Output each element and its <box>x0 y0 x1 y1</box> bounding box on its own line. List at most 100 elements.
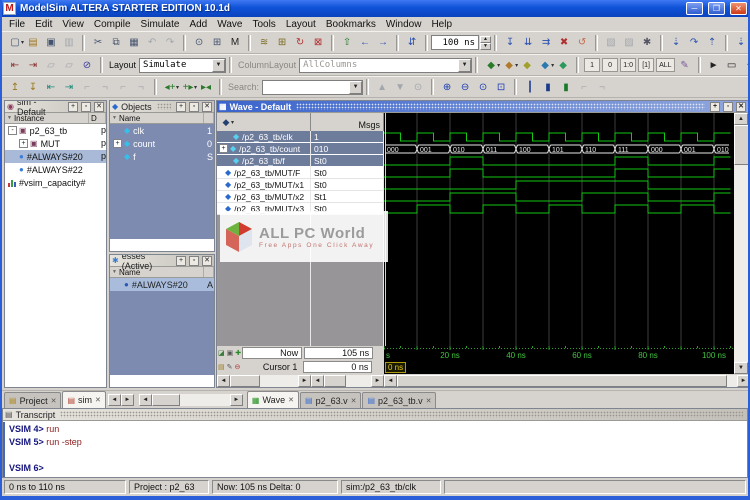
step-over-icon[interactable]: ↷ <box>685 34 703 51</box>
tab-p2-63-tb-v[interactable]: ▤ p2_63_tb.v ✕ <box>362 392 437 408</box>
objects-panel-drag-handle[interactable] <box>156 103 171 110</box>
objects-column-name[interactable]: ▼ Name <box>110 113 204 123</box>
compile-all-icon[interactable]: ⊞ <box>273 34 291 51</box>
object-item-clk[interactable]: ◆ clk 1 <box>110 124 214 137</box>
zoom-mode-icon[interactable]: ▭ <box>723 57 741 74</box>
object-item-count[interactable]: + ◆ count 0 <box>110 137 214 150</box>
tab-sim[interactable]: ▤ sim ✕ <box>62 391 106 408</box>
prev-transition-icon[interactable]: ⇤ <box>42 79 60 96</box>
chevron-down-icon[interactable]: ▼ <box>458 58 472 72</box>
radix-default-icon[interactable]: ALL <box>656 58 675 72</box>
copy-icon[interactable]: ⧉ <box>107 34 125 51</box>
wave-hscrollbar[interactable]: ◄ ► <box>384 374 748 387</box>
menu-view[interactable]: View <box>57 19 89 30</box>
wave-panel-popout-button[interactable]: + <box>710 101 720 112</box>
pan-mode-icon[interactable]: + <box>741 57 748 74</box>
wave-vscrollbar[interactable]: ▲ ▼ <box>734 113 748 374</box>
scroll-down-icon[interactable]: ▼ <box>734 362 748 374</box>
zoom-full-icon[interactable]: ⊙ <box>474 79 492 96</box>
search-input[interactable]: ▼ <box>262 79 364 95</box>
minimize-button[interactable]: ─ <box>686 2 703 15</box>
process-item--always-20[interactable]: ● #ALWAYS#20 A <box>110 278 214 291</box>
sim-tree-item-p2-63-tb[interactable]: - ▣ p2_63_tb p <box>5 124 106 137</box>
pointer-cancel-icon[interactable]: ⊘ <box>78 57 96 74</box>
add-selected-to-window-icon[interactable]: ◆ <box>554 57 572 74</box>
menu-layout[interactable]: Layout <box>281 19 321 30</box>
maximize-button[interactable]: ❐ <box>708 2 725 15</box>
tabs-scroll-left-icon[interactable]: ◄ <box>107 393 121 406</box>
object-item-f[interactable]: ◆ f S <box>110 150 214 163</box>
chevron-down-icon[interactable]: ▼ <box>349 80 363 94</box>
wave-signal-count[interactable]: + ◆/p2_63_tb/count <box>217 143 310 155</box>
sim-panel-popout-button[interactable]: + <box>68 101 78 112</box>
scroll-right-icon[interactable]: ► <box>229 394 243 406</box>
close-icon[interactable]: ✕ <box>288 396 294 404</box>
expand-icon[interactable]: + <box>219 144 228 153</box>
names-hscrollbar[interactable]: ◄ ► <box>217 374 311 387</box>
wave-signal-clk[interactable]: ◆/p2_63_tb/clk <box>217 131 310 143</box>
add-cursor-icon[interactable]: ✚ <box>235 349 241 357</box>
layout-combo[interactable]: Simulate ▼ <box>139 57 227 73</box>
compile-icon[interactable]: ≋ <box>255 34 273 51</box>
columnlayout-combo[interactable]: AllColumns ▼ <box>299 57 473 73</box>
sim-tree-item--always-20[interactable]: ● #ALWAYS#20 p <box>5 150 106 163</box>
middle-hscrollbar[interactable]: ◄ ► <box>138 394 243 406</box>
sim-panel-maximize-button[interactable]: ▫ <box>81 101 91 112</box>
run-icon[interactable]: ↧ <box>501 34 519 51</box>
close-icon[interactable]: ✕ <box>51 397 57 405</box>
show-markers-icon[interactable]: ▮ <box>557 79 575 96</box>
menu-file[interactable]: File <box>4 19 30 30</box>
processes-panel-maximize-button[interactable]: ▫ <box>189 255 199 266</box>
run-continue-icon[interactable]: ⇊ <box>519 34 537 51</box>
wave-msgs-header[interactable]: Msgs <box>311 113 384 131</box>
objects-panel-popout-button[interactable]: + <box>176 101 186 112</box>
menu-edit[interactable]: Edit <box>30 19 57 30</box>
restore-defaults-icon[interactable]: ⇵ <box>403 34 421 51</box>
zoom-range-icon[interactable]: ⊡ <box>492 79 510 96</box>
run-all-icon[interactable]: ⇉ <box>537 34 555 51</box>
add-to-log-icon[interactable]: ◆ <box>518 57 536 74</box>
wave-signal-f[interactable]: ◆/p2_63_tb/MUT/F <box>217 167 310 179</box>
scroll-right-icon[interactable]: ► <box>737 375 748 387</box>
expand-icon[interactable]: + <box>113 139 122 148</box>
menu-compile[interactable]: Compile <box>89 19 136 30</box>
processes-panel-popout-button[interactable]: + <box>176 255 186 266</box>
modelsim-home-icon[interactable]: M <box>226 34 244 51</box>
sim-panel-close-button[interactable]: ✕ <box>94 101 104 112</box>
scroll-left-icon[interactable]: ◄ <box>384 375 397 387</box>
format-brush-icon[interactable]: ✎ <box>676 57 694 74</box>
step-into-icon[interactable]: ⇣ <box>667 34 685 51</box>
cut-icon[interactable]: ✂ <box>89 34 107 51</box>
radix-hex-icon[interactable]: [1] <box>638 58 655 72</box>
processes-column-name[interactable]: ▼ Name <box>110 267 204 277</box>
cursor-label[interactable]: Cursor 1 <box>241 361 302 373</box>
scroll-left-icon[interactable]: ◄ <box>311 375 324 387</box>
objects-panel-close-button[interactable]: ✕ <box>202 101 212 112</box>
scroll-right-icon[interactable]: ► <box>371 375 384 387</box>
insert-cursor-icon[interactable]: ↥ <box>6 79 24 96</box>
wave-panel-close-button[interactable]: ✕ <box>736 101 746 112</box>
show-grid-icon[interactable]: ▮ <box>539 79 557 96</box>
environment-back-icon[interactable]: ← <box>356 34 374 51</box>
objects-column-value[interactable] <box>204 113 214 123</box>
lock-cursor-icon[interactable]: ▤ <box>218 363 225 371</box>
radix-binary-icon[interactable]: 1 <box>584 58 601 72</box>
close-icon[interactable]: ✕ <box>426 397 432 405</box>
break-simulation-icon[interactable]: ⊠ <box>309 34 327 51</box>
environment-up-icon[interactable]: ⇧ <box>338 34 356 51</box>
wave-signal-f[interactable]: ◆/p2_63_tb/f <box>217 155 310 167</box>
run-length-spinner[interactable]: ▲ ▼ <box>480 35 492 50</box>
cursor-time-badge[interactable]: 0 ns <box>385 361 407 373</box>
find-icon[interactable]: ⊙ <box>190 34 208 51</box>
menu-window[interactable]: Window <box>381 19 427 30</box>
open-icon[interactable]: ▤ <box>24 34 42 51</box>
collapse-icon[interactable]: - <box>8 126 17 135</box>
radix-decimal-icon[interactable]: 1:0 <box>620 58 637 72</box>
sim-column-instance[interactable]: ▼ Instance <box>5 113 89 123</box>
simulate-icon[interactable]: ↻ <box>291 34 309 51</box>
chevron-down-icon[interactable]: ▾ <box>231 119 234 126</box>
scroll-left-icon[interactable]: ◄ <box>217 375 230 387</box>
delete-cursor-icon[interactable]: ↧ <box>24 79 42 96</box>
step-out-icon[interactable]: ⇡ <box>703 34 721 51</box>
menu-bookmarks[interactable]: Bookmarks <box>321 19 381 30</box>
